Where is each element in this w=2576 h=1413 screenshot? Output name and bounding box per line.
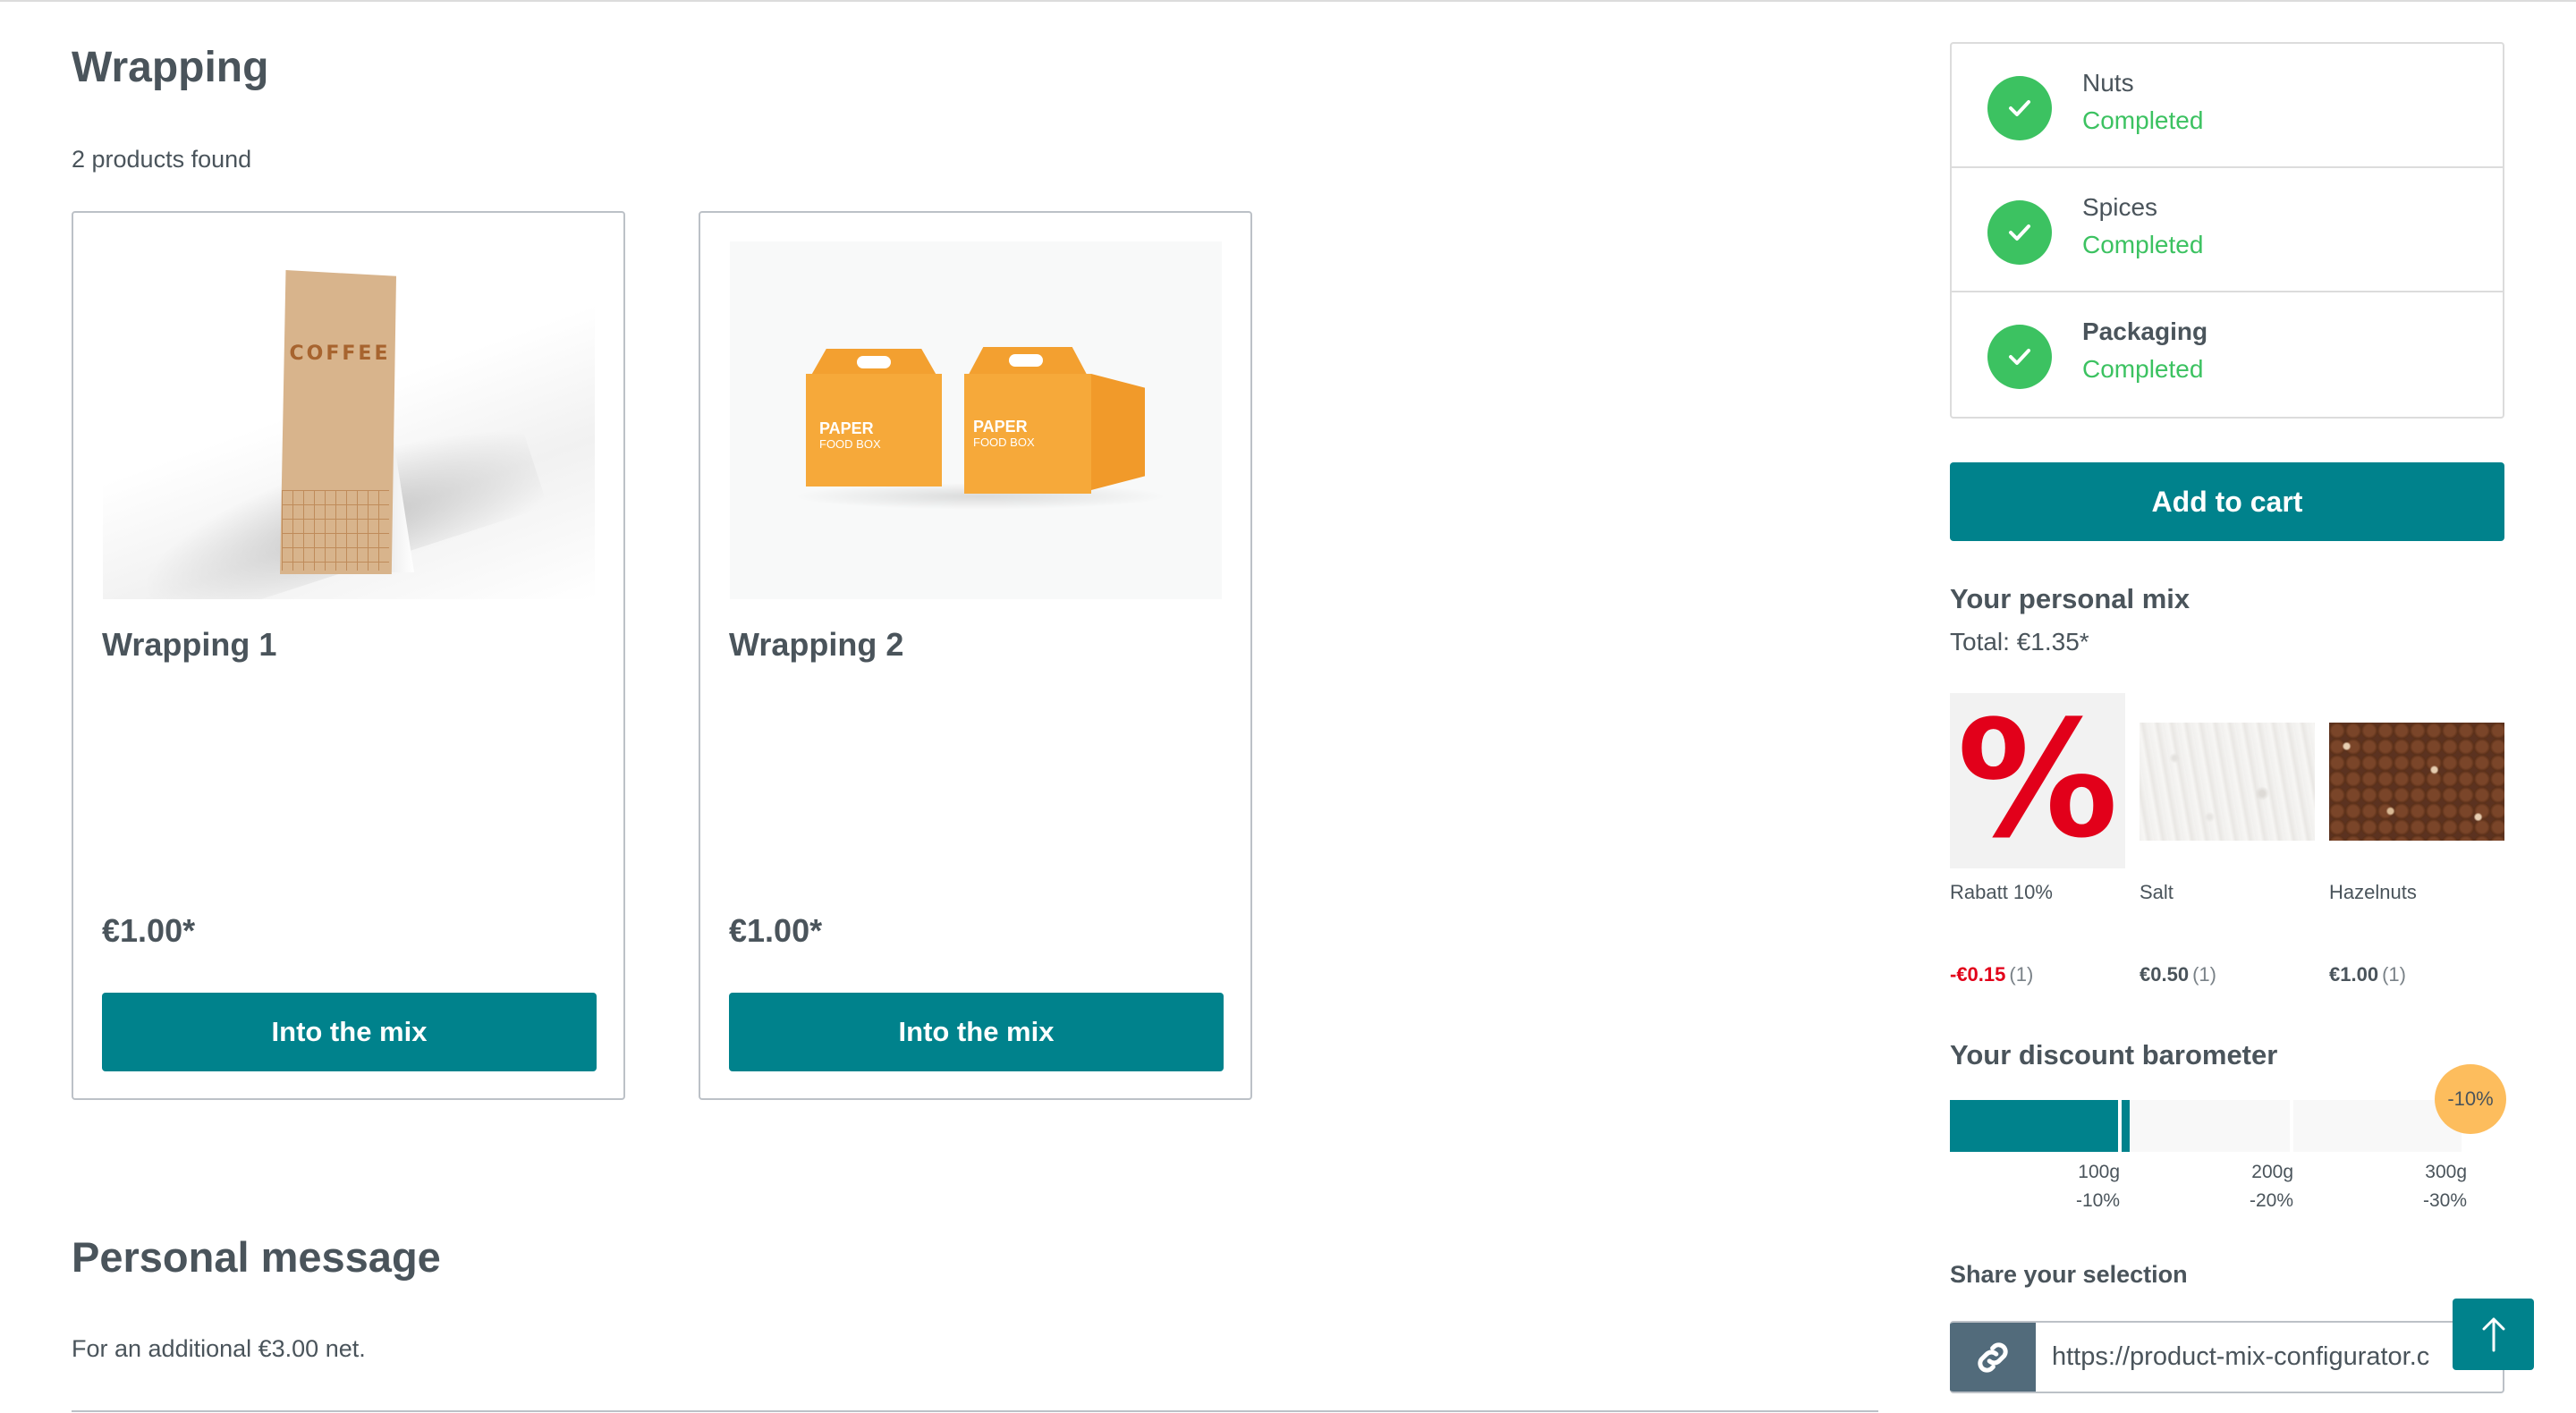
threshold-label: 300g -30%: [2395, 1158, 2467, 1215]
step-name: Nuts: [2082, 69, 2134, 97]
product-price: €1.00*: [729, 912, 823, 949]
bag-grid: [282, 490, 389, 571]
share-title: Share your selection: [1950, 1261, 2188, 1288]
image-background: COFFEE: [103, 241, 595, 599]
product-card: PAPER FOOD BOX PAPER FOOD BOX Wrapping 2 €…: [699, 211, 1252, 1100]
into-the-mix-button[interactable]: Into the mix: [729, 993, 1224, 1071]
share-field: [1950, 1321, 2504, 1393]
mix-total: Total: €1.35*: [1950, 628, 2089, 656]
current-discount-badge: -10%: [2435, 1064, 2506, 1134]
product-card: COFFEE Wrapping 1 €1.00* Into the mix: [72, 211, 625, 1100]
mix-item-name: Rabatt 10%: [1950, 881, 2053, 903]
section-divider: [72, 1410, 1878, 1412]
link-icon[interactable]: [1950, 1323, 2036, 1392]
products-count: 2 products found: [72, 146, 252, 173]
mix-item-price: €0.50 (1): [2140, 963, 2216, 986]
mix-item-qty: (1): [2192, 963, 2216, 986]
add-to-cart-button[interactable]: Add to cart: [1950, 462, 2504, 541]
mix-item-qty: (1): [2382, 963, 2406, 986]
product-image-paper-food-box[interactable]: PAPER FOOD BOX PAPER FOOD BOX: [730, 241, 1222, 599]
into-the-mix-button[interactable]: Into the mix: [102, 993, 597, 1071]
product-name[interactable]: Wrapping 1: [102, 626, 276, 664]
share-url-input[interactable]: [2052, 1323, 2490, 1392]
progress-steps: Nuts Completed Spices Completed Packagin…: [1950, 42, 2504, 419]
hazelnuts-image: [2329, 723, 2504, 841]
threshold-discount: -20%: [2249, 1190, 2293, 1211]
price-value: €0.50: [2140, 963, 2190, 986]
barometer-fill: [2122, 1100, 2131, 1152]
check-icon: [1987, 76, 2052, 140]
mix-item-name: Hazelnuts: [2329, 881, 2417, 903]
barometer-fill: [1950, 1100, 2118, 1152]
personal-message-title: Personal message: [72, 1233, 441, 1281]
threshold-label: 100g -10%: [2048, 1158, 2120, 1215]
scroll-to-top-button[interactable]: [2453, 1299, 2534, 1370]
product-name[interactable]: Wrapping 2: [729, 626, 903, 664]
check-icon: [1987, 200, 2052, 265]
price-value: €1.00: [2329, 963, 2379, 986]
threshold-weight: 200g: [2251, 1162, 2293, 1182]
box-handle: [1009, 354, 1043, 367]
top-divider: [0, 0, 2576, 2]
check-icon: [1987, 325, 2052, 389]
threshold-label: 200g -20%: [2222, 1158, 2293, 1215]
threshold-discount: -30%: [2422, 1190, 2467, 1211]
mix-title: Your personal mix: [1950, 583, 2190, 614]
barometer-segment: [2122, 1100, 2290, 1152]
barometer-title: Your discount barometer: [1950, 1039, 2278, 1070]
step-spices[interactable]: Spices Completed: [1952, 168, 2503, 292]
step-status: Completed: [2082, 355, 2204, 383]
step-status: Completed: [2082, 231, 2204, 258]
mix-item: Hazelnuts €1.00 (1): [2329, 693, 2504, 997]
box-label: PAPER FOOD BOX: [819, 419, 881, 451]
step-status: Completed: [2082, 106, 2204, 134]
section-title: Wrapping: [72, 44, 269, 91]
mix-item-qty: (1): [2009, 963, 2034, 986]
step-packaging[interactable]: Packaging Completed: [1952, 292, 2503, 417]
mix-item-price: €1.00 (1): [2329, 963, 2406, 986]
mix-item: Salt €0.50 (1): [2140, 693, 2315, 997]
price-value: -€0.15: [1950, 963, 2006, 986]
box-label: PAPER FOOD BOX: [973, 418, 1035, 449]
step-name: Spices: [2082, 193, 2158, 221]
personal-message-subtitle: For an additional €3.00 net.: [72, 1335, 366, 1362]
box-side: [1091, 374, 1145, 490]
mix-item-name: Salt: [2140, 881, 2174, 903]
threshold-weight: 300g: [2425, 1162, 2467, 1182]
salt-image: [2140, 723, 2315, 841]
barometer-segment: [1950, 1100, 2118, 1152]
product-image-coffee-bag[interactable]: COFFEE: [103, 241, 595, 599]
threshold-weight: 100g: [2078, 1162, 2120, 1182]
bag-label: COFFEE: [289, 343, 391, 365]
percent-icon: %: [1950, 693, 2125, 868]
step-name: Packaging: [2082, 317, 2208, 345]
step-nuts[interactable]: Nuts Completed: [1952, 44, 2503, 168]
threshold-discount: -10%: [2075, 1190, 2120, 1211]
product-price: €1.00*: [102, 912, 196, 949]
image-background: PAPER FOOD BOX PAPER FOOD BOX: [730, 241, 1222, 599]
mix-item: % Rabatt 10% -€0.15 (1): [1950, 693, 2125, 997]
arrow-up-icon: [2482, 1317, 2504, 1352]
mix-item-price: -€0.15 (1): [1950, 963, 2033, 986]
box-handle: [857, 356, 891, 368]
